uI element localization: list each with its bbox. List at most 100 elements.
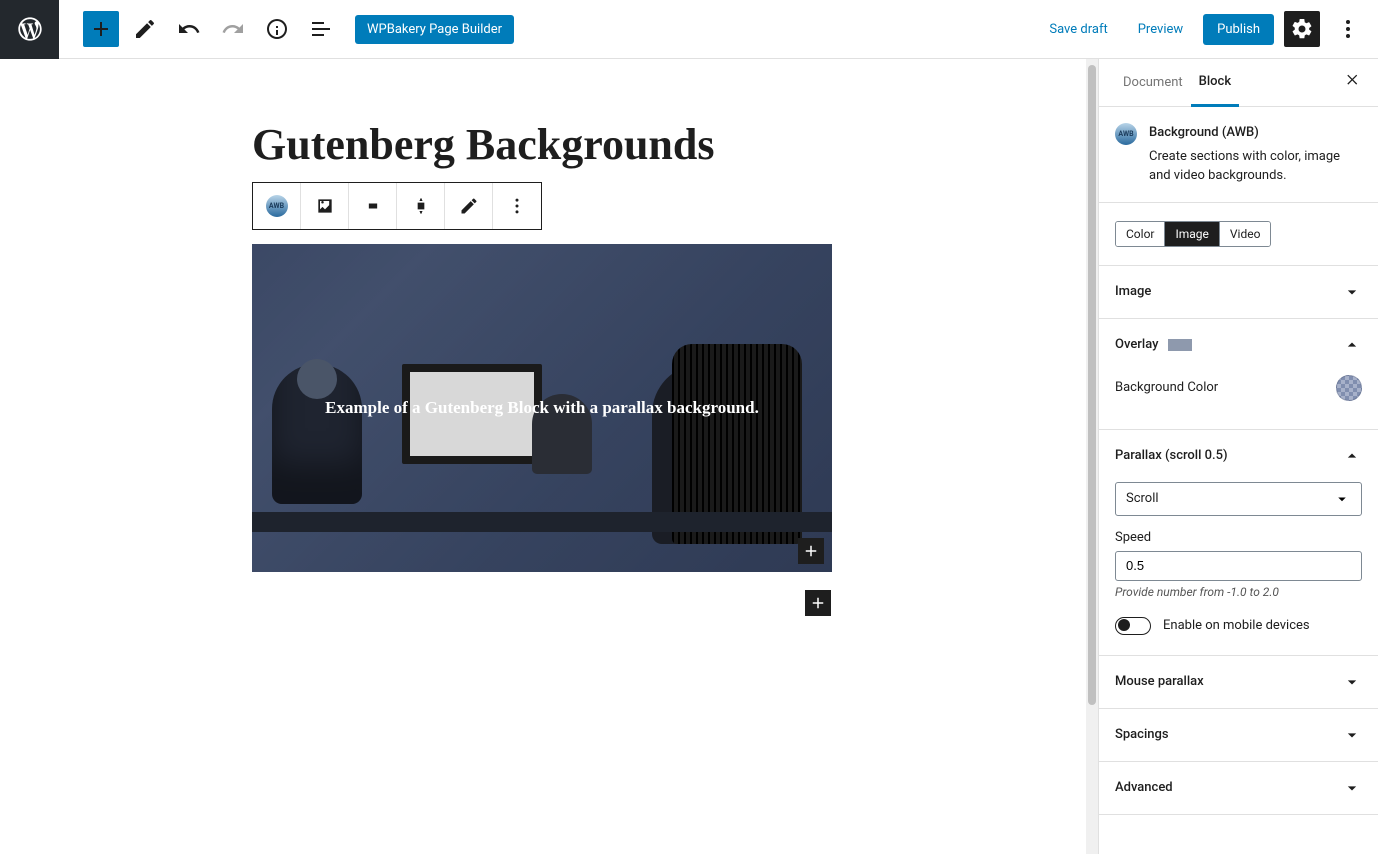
select-value: Scroll [1126,491,1159,506]
settings-button[interactable] [1284,11,1320,47]
undo-icon [177,17,201,41]
close-icon [1344,72,1362,90]
chevron-down-icon [1342,672,1362,692]
wordpress-logo[interactable] [0,0,59,59]
plus-icon [809,594,827,612]
undo-button[interactable] [171,11,207,47]
preview-button[interactable]: Preview [1128,16,1193,43]
scrollbar-thumb[interactable] [1088,65,1096,705]
awb-icon: AWB [266,195,288,217]
save-draft-button[interactable]: Save draft [1039,16,1117,43]
pencil-icon [133,17,157,41]
list-view-icon [309,17,333,41]
redo-button[interactable] [215,11,251,47]
kebab-icon [507,196,527,216]
pencil-icon [459,196,479,216]
chevron-down-icon [1333,490,1351,508]
close-sidebar-button[interactable] [1344,72,1362,94]
redo-icon [221,17,245,41]
editor-canvas: Gutenberg Backgrounds AWB [0,59,1086,854]
block-info-desc: Create sections with color, image and vi… [1149,147,1362,186]
tab-block[interactable]: Block [1191,59,1239,107]
more-options-button[interactable] [1330,11,1366,47]
panel-parallax-header[interactable]: Parallax (scroll 0.5) [1099,430,1378,482]
plus-icon [802,542,820,560]
plus-icon [89,17,113,41]
block-text[interactable]: Example of a Gutenberg Block with a para… [325,398,759,418]
editor-scrollbar[interactable] [1086,59,1098,854]
panel-parallax-label: Parallax (scroll 0.5) [1115,448,1228,463]
chevron-up-icon [1342,446,1362,466]
block-appender-button[interactable] [805,590,831,616]
segment-video[interactable]: Video [1220,222,1271,246]
stretch-icon [411,196,431,216]
editor-content: Gutenberg Backgrounds AWB [252,59,1082,656]
chevron-down-icon [1342,778,1362,798]
segment-image[interactable]: Image [1165,222,1219,246]
topbar-left-controls: WPBakery Page Builder [59,11,514,47]
panel-mouse-parallax-label: Mouse parallax [1115,674,1204,689]
publish-button[interactable]: Publish [1203,14,1274,45]
enable-mobile-label: Enable on mobile devices [1163,618,1310,633]
enable-mobile-row: Enable on mobile devices [1115,617,1362,635]
block-toolbar: AWB [252,182,542,230]
block-inner-add-button[interactable] [798,538,824,564]
panel-image: Image [1099,266,1378,319]
gear-icon [1290,17,1314,41]
editor-topbar: WPBakery Page Builder Save draft Preview… [0,0,1378,59]
block-more-button[interactable] [493,183,541,229]
parallax-type-select[interactable]: Scroll [1115,482,1362,516]
panel-advanced-label: Advanced [1115,780,1173,795]
segment-color[interactable]: Color [1116,222,1165,246]
panel-image-label: Image [1115,284,1151,299]
background-type-segments: Color Image Video [1099,203,1378,266]
block-image-button[interactable] [301,183,349,229]
block-fullwidth-button[interactable] [397,183,445,229]
add-block-button[interactable] [83,11,119,47]
bg-color-swatch[interactable] [1336,375,1362,401]
settings-sidebar: Document Block AWB Background (AWB) Crea… [1098,59,1378,854]
panel-image-header[interactable]: Image [1099,266,1378,318]
page-title[interactable]: Gutenberg Backgrounds [252,119,1082,172]
chevron-up-icon [1342,335,1362,355]
enable-mobile-toggle[interactable] [1115,617,1151,635]
panel-overlay-label: Overlay [1115,337,1158,352]
wpbakery-button[interactable]: WPBakery Page Builder [355,15,514,44]
info-button[interactable] [259,11,295,47]
panel-advanced-header[interactable]: Advanced [1099,762,1378,814]
block-align-button[interactable] [349,183,397,229]
info-icon [265,17,289,41]
panel-mouse-parallax: Mouse parallax [1099,656,1378,709]
sidebar-tabs: Document Block [1099,59,1378,107]
awb-icon: AWB [1115,123,1137,145]
image-icon [315,196,335,216]
bg-color-label: Background Color [1115,380,1218,395]
topbar-right-controls: Save draft Preview Publish [1039,11,1378,47]
panel-mouse-parallax-header[interactable]: Mouse parallax [1099,656,1378,708]
panel-spacings-header[interactable]: Spacings [1099,709,1378,761]
speed-help-text: Provide number from -1.0 to 2.0 [1115,585,1362,599]
edit-mode-button[interactable] [127,11,163,47]
toggle-knob [1118,619,1130,631]
outline-button[interactable] [303,11,339,47]
panel-parallax: Parallax (scroll 0.5) Scroll Speed Provi… [1099,430,1378,656]
chevron-down-icon [1342,725,1362,745]
panel-overlay: Overlay Background Color [1099,319,1378,430]
overlay-color-swatch [1168,339,1192,351]
block-info-title: Background (AWB) [1149,123,1362,143]
panel-overlay-header[interactable]: Overlay [1099,319,1378,371]
align-icon [363,196,383,216]
tab-document[interactable]: Document [1115,59,1191,107]
panel-spacings-label: Spacings [1115,727,1169,742]
chevron-down-icon [1342,282,1362,302]
speed-label: Speed [1115,530,1362,545]
wordpress-icon [16,15,44,43]
speed-input[interactable] [1115,551,1362,581]
background-block[interactable]: Example of a Gutenberg Block with a para… [252,244,832,572]
panel-spacings: Spacings [1099,709,1378,762]
block-info: AWB Background (AWB) Create sections wit… [1099,107,1378,203]
block-type-button[interactable]: AWB [253,183,301,229]
background-color-row: Background Color [1115,371,1362,413]
panel-advanced: Advanced [1099,762,1378,815]
block-edit-button[interactable] [445,183,493,229]
